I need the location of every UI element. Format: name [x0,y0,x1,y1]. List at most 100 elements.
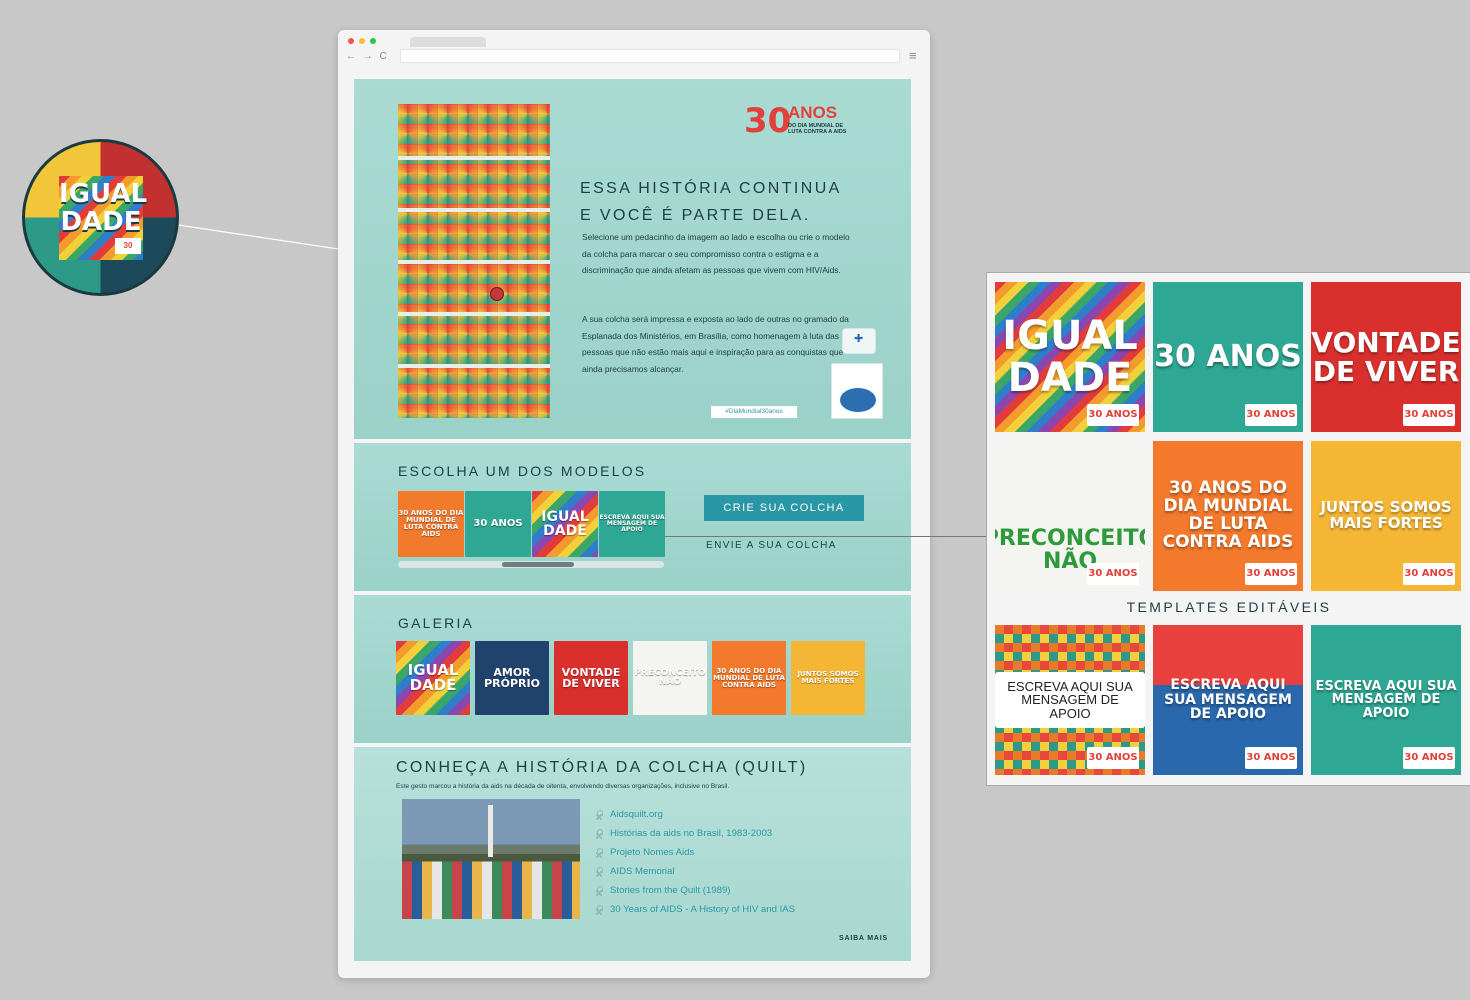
logo-anos: ANOS [788,103,838,122]
model-thumbnail[interactable]: 30 ANOS [465,491,531,557]
template-card[interactable]: ESCREVA AQUI SUA MENSAGEM DE APOIO 30 ANO… [1153,625,1303,775]
template-card[interactable]: ESCREVA AQUI SUA MENSAGEM DE APOIO 30 ANO… [1311,625,1461,775]
awareness-ribbon-icon [596,885,603,896]
template-30anos-badge: 30 ANOS [1087,747,1139,769]
history-link[interactable]: 30 Years of AIDS - A History of HIV and … [596,900,886,919]
carousel-scrollbar[interactable] [398,561,664,568]
hero-title-line2: E VOCÊ É PARTE DELA. [580,207,811,224]
url-bar[interactable] [400,49,900,63]
template-30anos-badge: 30 ANOS [1087,404,1139,426]
hero-section: 30 ANOS DO DIA MUNDIAL DE LUTA CONTRA A … [354,79,911,439]
quilt-divider [398,364,550,368]
awareness-ribbon-icon [596,847,603,858]
template-card[interactable]: IGUAL DADE 30 ANOS [995,282,1145,432]
template-30anos-badge: 30 ANOS [1245,563,1297,585]
awareness-ribbon-icon [596,866,603,877]
logo-number: 30 [744,101,792,141]
templates-panel: TEMPLATES EDITÁVEIS IGUAL DADE 30 ANOS 30 … [986,272,1470,786]
read-more-link[interactable]: SAIBA MAIS [839,935,888,942]
template-card[interactable]: VONTADE DE VIVER 30 ANOS [1311,282,1461,432]
campaign-logo: 30 ANOS DO DIA MUNDIAL DE LUTA CONTRA A … [744,101,864,147]
gallery-item[interactable]: PRECONCEITO NÃO [633,641,707,715]
browser-chrome: ← → C ≡ [338,30,930,72]
history-link-label: Projeto Nomes Aids [610,847,695,858]
page-viewport: 30 ANOS DO DIA MUNDIAL DE LUTA CONTRA A … [354,79,911,961]
globe-icon [840,388,876,412]
template-30anos-badge: 30 ANOS [1087,563,1139,585]
carousel-scroll-thumb[interactable] [502,562,574,567]
logo-subtitle: DO DIA MUNDIAL DE LUTA CONTRA A AIDS [788,123,847,135]
history-link-label: 30 Years of AIDS - A History of HIV and … [610,904,796,915]
minimize-window-dot[interactable] [359,38,365,44]
template-30anos-badge: 30 ANOS [1403,563,1455,585]
template-card[interactable]: 30 ANOS DO DIA MUNDIAL DE LUTA CONTRA AI… [1153,441,1303,591]
awareness-ribbon-icon [596,809,603,820]
history-link[interactable]: Aidsquilt.org [596,805,886,824]
close-window-dot[interactable] [348,38,354,44]
gallery-item-text: IGUAL DADE [407,661,459,694]
hero-paragraph-1: Selecione um pedacinho da imagem ao lado… [582,232,850,275]
history-links: Aidsquilt.org Histórias da aids no Brasil… [596,805,886,919]
hamburger-menu-icon[interactable]: ≡ [909,48,917,63]
history-link-label: Stories from the Quilt (1989) [610,885,731,896]
awareness-ribbon-icon [596,904,603,915]
awareness-ribbon-icon [596,828,603,839]
gallery-item-text: 30 ANOS DO DIA MUNDIAL DE LUTA CONTRA AI… [713,666,785,689]
template-card[interactable]: ESCREVA AQUI SUA MENSAGEM DE APOIO 30 ANO… [995,625,1145,775]
nav-arrows-icon[interactable]: ← → C [346,51,389,62]
history-link[interactable]: Projeto Nomes Aids [596,843,886,862]
maximize-window-dot[interactable] [370,38,376,44]
history-link-label: Histórias da aids no Brasil, 1983-2003 [610,828,773,839]
history-link-label: Aidsquilt.org [610,809,663,820]
quilt-divider [398,312,550,316]
template-card[interactable]: 30 ANOS 30 ANOS [1153,282,1303,432]
gallery-item-text: JUNTOS SOMOS MAIS FORTES [797,670,859,685]
model-thumbnail-text: IGUAL DADE [541,509,589,539]
model-carousel[interactable]: 30 ANOS DO DIA MUNDIAL DE LUTA CONTRA AI… [398,491,665,567]
history-link[interactable]: AIDS Memorial [596,862,886,881]
models-title: ESCOLHA UM DOS MODELOS [398,463,647,479]
template-card[interactable]: PRECONCEITO NÃO30 ANOS [995,441,1145,591]
template-card[interactable]: JUNTOS SOMOS MAIS FORTES 30 ANOS [1311,441,1461,591]
gallery-item[interactable]: 30 ANOS DO DIA MUNDIAL DE LUTA CONTRA AI… [712,641,786,715]
model-thumbnail[interactable]: IGUAL DADE [532,491,598,557]
model-thumbnail-text: 30 ANOS DO DIA MUNDIAL DE LUTA CONTRA AI… [398,509,464,538]
quilt-divider [398,260,550,264]
browser-tab[interactable] [410,37,486,47]
model-thumbnail[interactable]: ESCREVA AQUI SUA MENSAGEM DE APOIO [599,491,665,557]
history-link[interactable]: Stories from the Quilt (1989) [596,881,886,900]
history-link[interactable]: Histórias da aids no Brasil, 1983-2003 [596,824,886,843]
browser-window: ← → C ≡ 30 ANOS DO DIA MUNDIAL DE LUTA C… [338,30,930,978]
quilt-image[interactable] [398,104,550,418]
gallery-item[interactable]: IGUAL DADE [396,641,470,715]
zoom-patch-text: IGUAL DADE [59,179,148,237]
templates-connector-line [664,536,986,537]
history-subtitle: Este gesto marcou a história da aids na … [396,783,730,790]
gallery-item[interactable]: JUNTOS SOMOS MAIS FORTES [791,641,865,715]
template-30anos-badge: 30 ANOS [1245,747,1297,769]
templates-label: TEMPLATES EDITÁVEIS [1126,599,1332,615]
model-thumbnail-text: 30 ANOS [473,518,523,529]
create-quilt-button[interactable]: CRIE SUA COLCHA [704,495,864,521]
gallery-item-text: AMOR PRÓPRIO [484,666,540,690]
monument-shape [488,805,493,857]
model-thumbnail[interactable]: 30 ANOS DO DIA MUNDIAL DE LUTA CONTRA AI… [398,491,464,557]
history-section: CONHEÇA A HISTÓRIA DA COLCHA (QUILT) Est… [354,747,911,961]
hashtag-badge: #DiaMundial30anos [711,406,797,418]
gallery-item-text: PRECONCEITO NÃO [634,668,706,687]
send-quilt-link[interactable]: ENVIE A SUA COLCHA [706,540,837,551]
model-thumbnail-text: ESCREVA AQUI SUA MENSAGEM DE APOIO [599,514,665,533]
selected-patch-marker[interactable] [490,287,504,301]
gallery-title: GALERIA [398,615,475,631]
history-title: CONHEÇA A HISTÓRIA DA COLCHA (QUILT) [396,759,808,776]
brazil-government-seal-icon [831,363,883,419]
gallery-row: IGUAL DADE AMOR PRÓPRIO VONTADE DE VIVER PR… [396,641,866,717]
gallery-section: GALERIA IGUAL DADE AMOR PRÓPRIO VONTADE DE… [354,595,911,743]
quilt-divider [398,156,550,160]
gallery-item[interactable]: VONTADE DE VIVER [554,641,628,715]
template-30anos-badge: 30 ANOS [1403,404,1455,426]
gallery-item[interactable]: AMOR PRÓPRIO [475,641,549,715]
gallery-item-text: VONTADE DE VIVER [561,666,621,690]
hero-paragraph-2: A sua colcha será impressa e exposta ao … [582,314,849,374]
zoom-detail-circle: IGUAL DADE 30 [22,139,179,296]
